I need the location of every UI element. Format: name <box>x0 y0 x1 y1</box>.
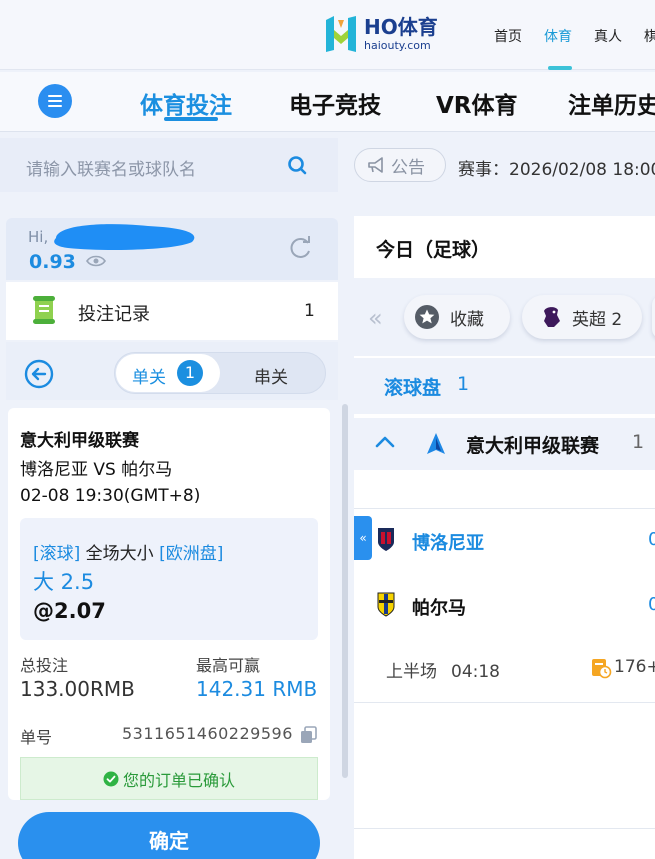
live-section-count: 1 <box>457 373 470 395</box>
logo-mark-icon <box>326 16 356 52</box>
single-bet-count-badge: 1 <box>177 360 203 386</box>
tab-sports-betting[interactable]: 体育投注 <box>140 86 232 120</box>
away-team-name[interactable]: 帕尔马 <box>412 594 466 620</box>
match-clock: 04:18 <box>451 662 500 682</box>
live-section-label: 滚球盘 <box>384 377 442 399</box>
logo-domain: haiouty.com <box>364 39 431 52</box>
home-team-name[interactable]: 博洛尼亚 <box>412 529 484 555</box>
away-team-odds-cut[interactable]: 0 <box>648 594 655 615</box>
announcement-button[interactable]: 公告 <box>354 148 446 182</box>
copy-icon[interactable] <box>300 726 317 744</box>
user-greeting: Hi, <box>28 228 49 246</box>
nav-chess[interactable]: 棋 <box>644 26 655 46</box>
nav-sports[interactable]: 体育 <box>544 26 572 46</box>
slip-match-teams: 博洛尼亚 VS 帕尔马 <box>20 460 173 480</box>
single-bet-label: 单关 <box>132 368 166 388</box>
bet-records-count: 1 <box>304 301 315 321</box>
site-logo[interactable]: HO体育 haiouty.com <box>322 14 438 54</box>
premier-league-lion-icon <box>544 307 560 327</box>
premier-league-label: 英超 2 <box>572 309 623 330</box>
bet-records-label: 投注记录 <box>78 304 150 325</box>
max-win-value: 142.31 RMB <box>196 677 318 701</box>
bet-live-tag: [滚球] <box>33 544 81 564</box>
redaction-mark <box>54 224 195 250</box>
confirm-button[interactable]: 确定 <box>18 812 320 859</box>
announcement-label: 公告 <box>391 157 425 178</box>
home-team-odds-cut[interactable]: 0 <box>648 529 655 550</box>
check-circle-icon <box>103 771 119 786</box>
parma-crest-icon <box>377 592 395 617</box>
next-match-row <box>354 828 655 859</box>
receipt-scroll-icon <box>33 296 55 324</box>
bologna-crest-icon <box>378 528 394 551</box>
slip-scrollbar[interactable] <box>342 404 348 778</box>
collapse-side-tab[interactable]: « <box>354 516 372 560</box>
markets-clock-icon <box>592 659 612 679</box>
markets-count[interactable]: 176+ <box>614 657 655 677</box>
tab-vr-sports[interactable]: VR体育 <box>436 86 518 120</box>
favorites-chip[interactable]: 收藏 <box>404 295 510 339</box>
eye-icon[interactable] <box>86 254 106 268</box>
account-balance: 0.93 <box>29 251 76 273</box>
refresh-icon[interactable] <box>286 234 314 262</box>
chevron-up-icon[interactable] <box>374 434 396 450</box>
premier-league-chip[interactable]: 英超 2 <box>522 295 642 339</box>
nav-active-indicator <box>548 66 572 70</box>
slip-match-time: 02-08 19:30(GMT+8) <box>20 486 201 506</box>
total-stake-value: 133.00RMB <box>20 677 135 701</box>
bet-odds-format-tag: [欧洲盘] <box>159 544 224 564</box>
order-id-value: 5311651460229596 <box>122 724 293 743</box>
tab-combo-bet[interactable]: 串关 <box>254 363 288 388</box>
match-period-label: 上半场 <box>386 662 437 682</box>
order-confirmed-banner: 您的订单已确认 <box>20 757 318 800</box>
total-stake-label: 总投注 <box>20 656 69 675</box>
menu-button[interactable] <box>38 84 72 118</box>
league-group-name: 意大利甲级联赛 <box>466 435 600 457</box>
bet-records-row[interactable]: 投注记录 1 <box>6 282 338 340</box>
bet-odds: @2.07 <box>33 599 106 623</box>
bet-market-name: 全场大小 <box>80 544 160 564</box>
menu-icon <box>48 95 62 107</box>
search-placeholder: 请输入联赛名或球队名 <box>26 160 196 180</box>
max-win-label: 最高可赢 <box>196 656 261 675</box>
tab-bet-history[interactable]: 注单历史 <box>568 86 655 120</box>
star-icon <box>415 305 439 329</box>
order-id-label: 单号 <box>20 728 53 747</box>
top-nav: 首页 体育 真人 棋 <box>494 26 655 46</box>
order-confirmed-text: 您的订单已确认 <box>122 770 235 790</box>
slip-league-name: 意大利甲级联赛 <box>20 431 139 451</box>
today-football-title: 今日（足球） <box>376 239 491 261</box>
bet-selection: 大 2.5 <box>33 570 95 594</box>
nav-live-casino[interactable]: 真人 <box>594 26 622 46</box>
bet-market-line: [滚球] 全场大小 [欧洲盘] <box>33 539 223 564</box>
tab-esports[interactable]: 电子竞技 <box>289 86 381 120</box>
double-chevron-left-icon[interactable]: « <box>368 304 383 332</box>
league-group-count: 1 <box>632 431 645 453</box>
nav-home[interactable]: 首页 <box>494 26 522 46</box>
favorites-label: 收藏 <box>450 309 484 330</box>
announcement-ticker: 赛事：2026/02/08 18:00 <box>458 160 655 180</box>
megaphone-icon <box>368 157 383 173</box>
tab-active-indicator <box>164 117 218 121</box>
logo-title: HO体育 <box>364 15 438 39</box>
search-icon[interactable] <box>287 155 307 175</box>
back-arrow-icon[interactable] <box>24 359 54 389</box>
match-period: 上半场 04:18 <box>386 657 500 682</box>
serie-a-logo-icon <box>427 433 445 454</box>
